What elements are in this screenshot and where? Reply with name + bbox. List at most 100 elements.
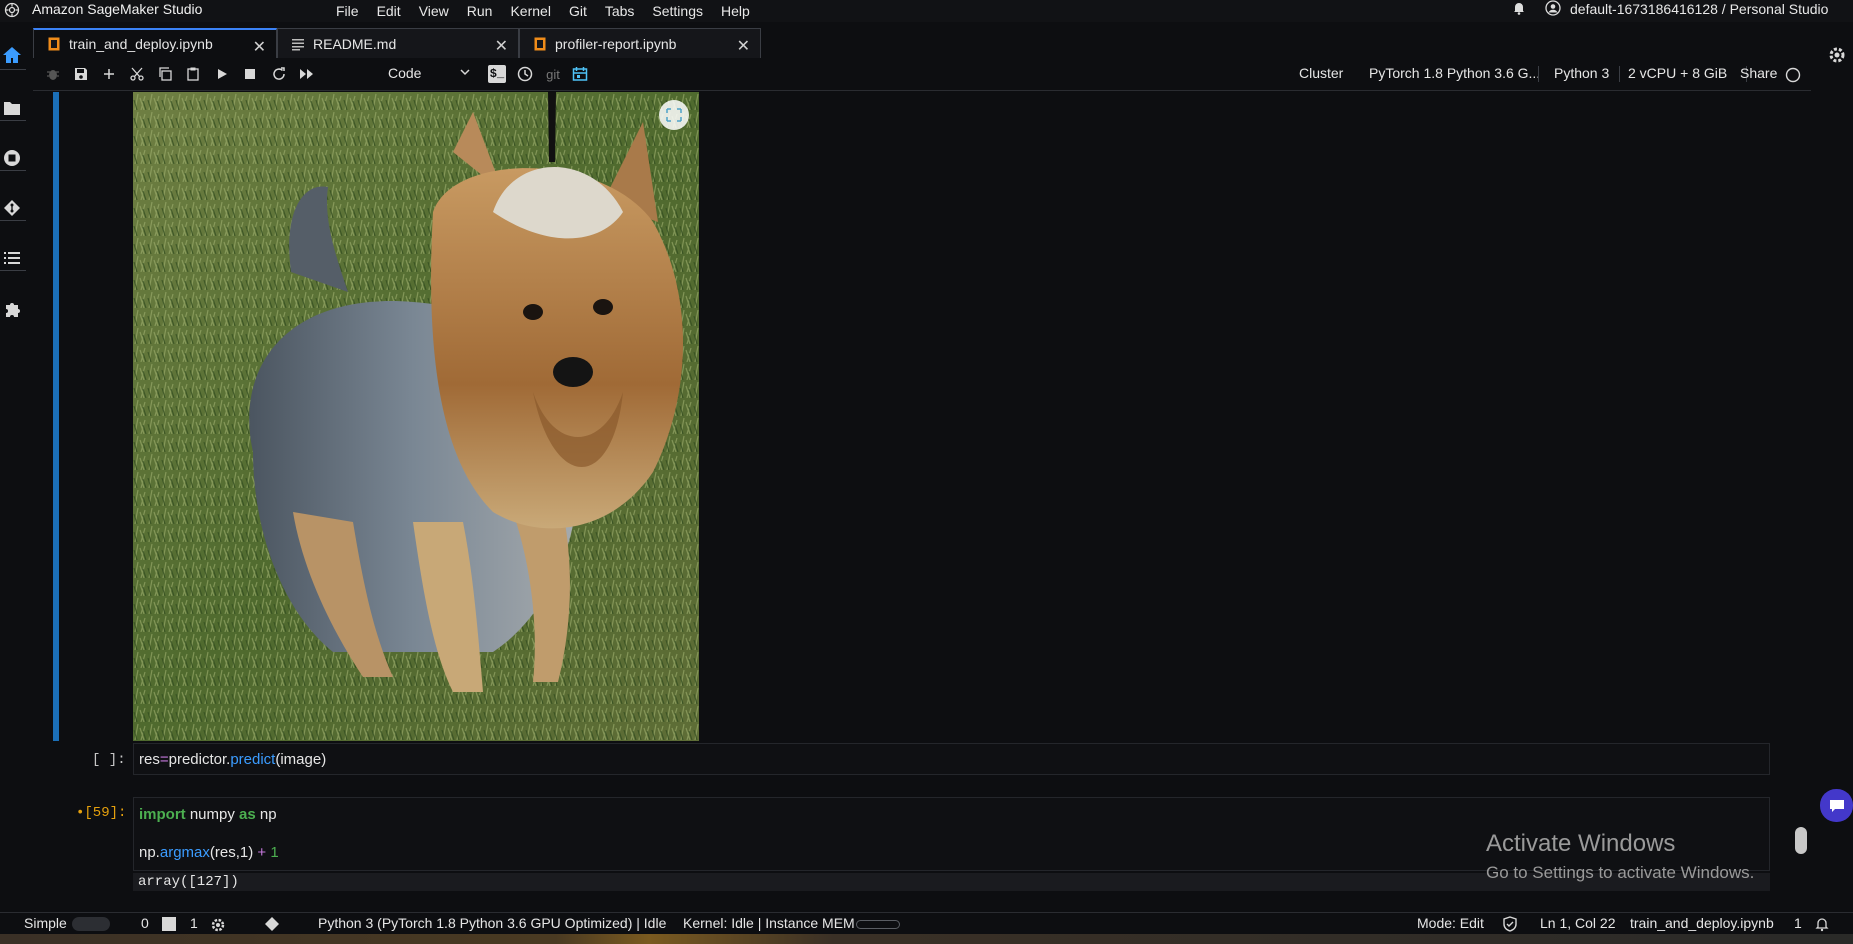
menu-tabs[interactable]: Tabs <box>596 3 644 19</box>
clock-icon[interactable] <box>516 65 534 83</box>
notification-bell-icon[interactable] <box>1512 1 1526 15</box>
tab-readme[interactable]: README.md ✕ <box>277 28 519 58</box>
simple-mode-label: Simple <box>24 915 67 931</box>
shield-icon[interactable] <box>1502 916 1518 932</box>
close-icon[interactable]: ✕ <box>737 36 750 56</box>
os-taskbar <box>0 934 1853 944</box>
menu-help[interactable]: Help <box>712 3 759 19</box>
user-label[interactable]: default-1673186416128 / Personal Studio <box>1570 1 1828 17</box>
menu-kernel[interactable]: Kernel <box>501 3 559 19</box>
menubar: Amazon SageMaker Studio File Edit View R… <box>0 0 1853 22</box>
notebook-panel: [ ]: res=predictor.predict(image) •[59]:… <box>33 92 1811 912</box>
activity-separator <box>0 170 26 171</box>
right-sidebar <box>1811 22 1853 912</box>
interrupt-icon[interactable] <box>241 65 259 83</box>
notebook-icon <box>534 37 546 50</box>
cell-type-select[interactable]: Code <box>388 65 421 81</box>
activity-separator <box>0 120 26 121</box>
kernel-status-icon <box>1785 67 1801 83</box>
terminal-icon[interactable]: $_ <box>488 65 506 83</box>
cell-prompt: •[59]: <box>76 805 127 821</box>
code-line[interactable]: res=predictor.predict(image) <box>139 751 326 768</box>
close-icon[interactable]: ✕ <box>495 36 508 56</box>
cluster-button[interactable]: Cluster <box>1299 65 1343 81</box>
feedback-chat-button[interactable] <box>1820 789 1853 822</box>
toolbar-separator <box>1538 66 1539 82</box>
menu-edit[interactable]: Edit <box>368 3 410 19</box>
cut-icon[interactable] <box>128 65 146 83</box>
chevron-down-icon[interactable] <box>459 66 471 78</box>
main-menu: File Edit View Run Kernel Git Tabs Setti… <box>327 0 759 22</box>
current-file: train_and_deploy.ipynb <box>1630 915 1774 931</box>
paste-icon[interactable] <box>184 65 202 83</box>
close-icon[interactable]: ✕ <box>253 37 266 57</box>
activity-separator <box>0 69 26 70</box>
add-cell-icon[interactable] <box>100 65 118 83</box>
scrollbar-thumb[interactable] <box>1795 827 1807 854</box>
code-line[interactable]: import numpy as np <box>139 806 277 823</box>
chat-icon <box>1830 800 1844 812</box>
menu-view[interactable]: View <box>410 3 458 19</box>
folder-icon[interactable] <box>1 97 23 119</box>
instance-selector[interactable]: 2 vCPU + 8 GiB <box>1628 65 1727 81</box>
simple-mode-toggle[interactable] <box>72 917 110 931</box>
restart-kernel-icon[interactable] <box>270 65 288 83</box>
notebook-toolbar: Code $_ git Cluster PyTorch 1.8 Python 3… <box>33 58 1811 91</box>
app-title: Amazon SageMaker Studio <box>32 1 203 17</box>
copy-icon[interactable] <box>156 65 174 83</box>
activity-separator <box>0 270 26 271</box>
activate-windows-subtitle: Go to Settings to activate Windows. <box>1486 863 1755 882</box>
restart-run-all-icon[interactable] <box>298 65 316 83</box>
debugger-icon[interactable] <box>44 65 62 83</box>
menu-git[interactable]: Git <box>560 3 596 19</box>
terminal-icon <box>162 917 176 931</box>
git-icon[interactable] <box>1 197 23 219</box>
kernel-info[interactable]: Python 3 (PyTorch 1.8 Python 3.6 GPU Opt… <box>318 915 666 931</box>
active-cell-indicator[interactable] <box>53 92 59 741</box>
activate-windows-title: Activate Windows <box>1486 830 1676 857</box>
menu-run[interactable]: Run <box>458 3 502 19</box>
home-icon[interactable] <box>1 44 23 66</box>
sagemaker-logo-icon <box>4 2 20 18</box>
cell-prompt: [ ]: <box>92 752 126 768</box>
code-line[interactable]: np.argmax(res,1) + 1 <box>139 844 279 861</box>
run-cell-icon[interactable] <box>213 65 231 83</box>
menu-file[interactable]: File <box>327 3 368 19</box>
property-inspector-gear-icon[interactable] <box>1827 45 1847 65</box>
yorkshire-terrier-image <box>133 92 699 741</box>
save-icon[interactable] <box>72 65 90 83</box>
code-cell-predict[interactable]: res=predictor.predict(image) <box>133 743 1770 775</box>
image-zoom-icon[interactable] <box>659 100 689 130</box>
kernel-state: Kernel: Idle | Instance MEM <box>683 915 855 931</box>
notification-bell-icon[interactable] <box>1814 916 1830 932</box>
tab-train-and-deploy[interactable]: train_and_deploy.ipynb ✕ <box>33 28 277 58</box>
cursor-position[interactable]: Ln 1, Col 22 <box>1540 915 1616 931</box>
gear-icon[interactable] <box>210 917 226 933</box>
tab-bar: train_and_deploy.ipynb ✕ README.md ✕ pro… <box>33 28 761 58</box>
notification-count: 1 <box>1794 915 1802 931</box>
schedule-calendar-icon[interactable] <box>571 65 589 83</box>
activity-separator <box>0 220 26 221</box>
running-terminals-icon[interactable] <box>1 147 23 169</box>
extensions-icon[interactable] <box>1 298 23 320</box>
toolbar-separator <box>1619 66 1620 82</box>
tab-label: train_and_deploy.ipynb <box>69 36 213 52</box>
left-activity-bar <box>0 22 26 912</box>
menu-settings[interactable]: Settings <box>643 3 712 19</box>
kernel-count[interactable]: 1 <box>190 915 198 931</box>
memory-progress <box>856 920 900 929</box>
status-bar: Simple 0 1 Python 3 (PyTorch 1.8 Python … <box>0 912 1853 934</box>
markdown-icon <box>292 38 304 50</box>
tab-label: README.md <box>313 35 397 52</box>
tab-label: profiler-report.ipynb <box>555 35 677 52</box>
terminal-count[interactable]: 0 <box>141 915 149 931</box>
image-selector[interactable]: PyTorch 1.8 Python 3.6 G... <box>1369 65 1540 81</box>
editor-mode: Mode: Edit <box>1417 915 1484 931</box>
tab-profiler-report[interactable]: profiler-report.ipynb ✕ <box>519 28 761 58</box>
table-of-contents-icon[interactable] <box>1 247 23 269</box>
share-button[interactable]: Share <box>1740 65 1777 81</box>
kernel-selector[interactable]: Python 3 <box>1554 65 1609 81</box>
git-branch-icon[interactable] <box>264 916 280 932</box>
user-avatar-icon[interactable] <box>1545 0 1561 16</box>
git-label[interactable]: git <box>541 65 565 83</box>
